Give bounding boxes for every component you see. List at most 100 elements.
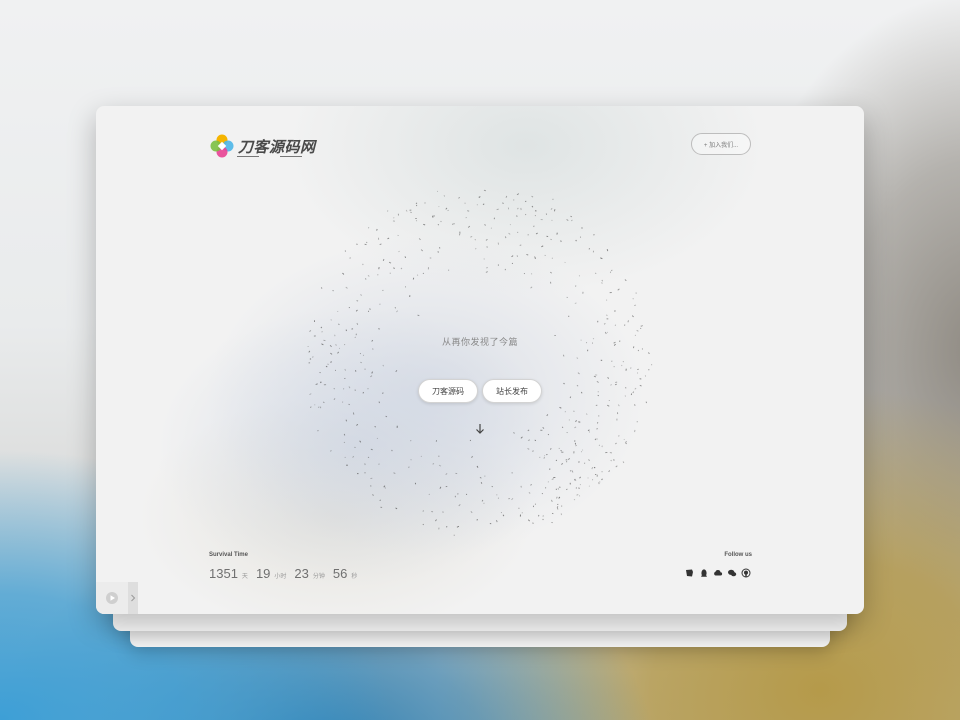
particle-dot [436, 190, 439, 192]
particle-dot [437, 224, 440, 226]
particle-dot [370, 375, 373, 378]
particle-dot [382, 289, 384, 292]
particle-dot [574, 440, 576, 442]
particle-dot [377, 274, 379, 276]
particle-dot [476, 204, 478, 206]
particle-dot [546, 414, 549, 417]
particle-dot [601, 471, 603, 473]
particle-dot [528, 519, 530, 522]
particle-dot [397, 213, 399, 216]
particle-dot [458, 504, 461, 507]
particle-dot [367, 456, 370, 458]
particle-dot [388, 261, 392, 264]
particle-dot [409, 295, 411, 297]
particle-dot [320, 326, 323, 329]
particle-dot [568, 315, 570, 318]
particle-dot [538, 514, 540, 517]
survival-time-label: Survival Time [209, 552, 248, 558]
particle-dot [588, 459, 590, 461]
particle-dot [348, 403, 350, 406]
particle-dot [362, 263, 364, 266]
particle-dot [632, 298, 634, 300]
particle-dot [467, 210, 470, 212]
site-logo[interactable]: 刀客源码网 [210, 134, 316, 158]
particle-dot [397, 234, 399, 236]
github-icon[interactable] [741, 568, 751, 578]
particle-dot [595, 272, 597, 274]
particle-dot [405, 209, 408, 212]
publish-button[interactable]: 站长发布 [482, 379, 542, 403]
particle-dot [440, 220, 442, 223]
particle-dot [624, 324, 626, 326]
particle-dot [645, 401, 647, 404]
particle-dot [588, 485, 590, 487]
follow-us-label: Follow us [724, 552, 752, 558]
particle-dot [432, 463, 435, 465]
particle-dot [543, 456, 545, 459]
particle-dot [391, 449, 393, 452]
particle-dot [588, 248, 590, 250]
join-us-button[interactable]: + 加入我们... [691, 133, 751, 155]
arrow-down-icon[interactable] [474, 422, 486, 436]
seconds-unit: 秒 [351, 574, 358, 580]
particle-dot [542, 518, 544, 521]
particle-dot [459, 233, 461, 236]
source-button-label: 刀客源码 [432, 386, 464, 396]
particle-dot [565, 488, 568, 491]
particle-dot [574, 302, 577, 304]
particle-dot [617, 404, 620, 407]
particle-dot [517, 231, 519, 233]
particle-dot [532, 522, 534, 524]
particle-dot [464, 202, 466, 204]
weibo-icon[interactable] [685, 568, 695, 578]
particle-dot [392, 220, 395, 222]
particle-dot [558, 447, 560, 450]
particle-dot [415, 218, 417, 220]
particle-dot [637, 349, 640, 352]
particle-dot [372, 348, 374, 350]
particle-dot [551, 512, 554, 515]
particle-dot [480, 482, 483, 484]
player-expand-toggle[interactable] [128, 582, 138, 614]
particle-dot [624, 279, 627, 282]
particle-dot [357, 473, 359, 475]
particle-dot [571, 470, 574, 473]
hours-value: 19 [255, 566, 271, 581]
homepage-card: 刀客源码网 + 加入我们... 从再你发视了今篇 刀客源码 站长发布 Survi… [96, 106, 864, 614]
particle-dot [574, 426, 577, 429]
player-play-button[interactable] [96, 582, 128, 614]
particle-dot [483, 189, 487, 192]
particle-dot [598, 481, 601, 483]
particle-dot [549, 468, 551, 470]
particle-dot [438, 527, 440, 530]
particle-dot [429, 257, 432, 259]
particle-dot [616, 418, 618, 421]
particle-dot [360, 361, 363, 364]
particle-dot [578, 421, 581, 423]
particle-dot [367, 227, 370, 229]
particle-dot [348, 386, 351, 389]
particle-dot [550, 238, 552, 241]
particle-dot [561, 426, 564, 428]
source-button[interactable]: 刀客源码 [418, 379, 478, 403]
particle-dot [531, 450, 534, 452]
particle-dot [542, 427, 545, 429]
particle-dot [508, 498, 511, 500]
particle-dot [609, 452, 613, 454]
qq-icon[interactable] [699, 568, 709, 578]
cloud-icon[interactable] [713, 568, 723, 578]
particle-dot [485, 271, 488, 273]
particle-dot [410, 459, 412, 461]
particle-dot [356, 423, 359, 426]
particle-dot [369, 308, 371, 310]
particle-dot [617, 412, 619, 415]
particle-dot [356, 300, 359, 302]
particle-dot [530, 273, 533, 275]
particle-dot [542, 515, 545, 517]
particle-dot [551, 522, 553, 524]
wechat-icon[interactable] [727, 568, 737, 578]
particle-dot [396, 310, 399, 313]
particle-dot [639, 378, 642, 380]
particle-dot [493, 217, 495, 220]
particle-dot [534, 210, 537, 212]
